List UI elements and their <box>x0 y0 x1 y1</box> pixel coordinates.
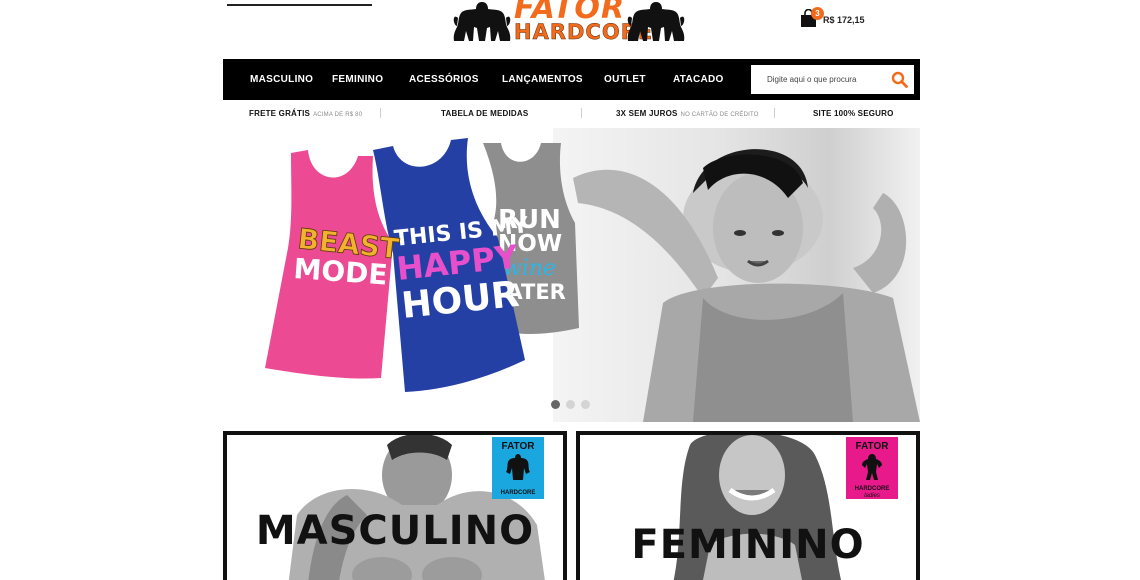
search-box <box>751 65 914 94</box>
bodybuilder-silhouette-icon <box>627 2 685 41</box>
info-label: 3X SEM JUROS <box>616 109 678 118</box>
female-athlete-icon <box>862 454 882 480</box>
info-installments[interactable]: 3X SEM JUROS NO CARTÃO DE CRÉDITO <box>616 109 759 118</box>
divider <box>774 108 775 118</box>
hero-model-photo <box>553 128 920 422</box>
logo-wordmark: FATOR HARDCORE <box>514 0 654 44</box>
cart-widget[interactable]: 3 R$ 172,15 <box>800 7 880 31</box>
info-size-chart[interactable]: TABELA DE MEDIDAS <box>441 109 528 118</box>
brand-badge: FATOR HARDCORE ladies <box>846 437 898 499</box>
badge-line-2: HARDCORE <box>854 486 890 492</box>
slider-dot[interactable] <box>581 400 590 409</box>
divider <box>581 108 582 118</box>
tank-tops-image: RUN NOW wine LATER THIS IS MY HAPPY HOUR… <box>265 138 579 392</box>
site-logo[interactable]: FATOR HARDCORE <box>452 0 686 46</box>
badge-line-2: HARDCORE <box>500 490 536 496</box>
nav-item-acessorios[interactable]: ACESSÓRIOS <box>409 59 479 100</box>
info-sub: ACIMA DE R$ 80 <box>313 112 363 118</box>
category-title: MASCULINO <box>255 508 535 554</box>
nav-item-lancamentos[interactable]: LANÇAMENTOS <box>502 59 583 100</box>
info-free-shipping[interactable]: FRETE GRÁTIS ACIMA DE R$ 80 <box>249 109 362 118</box>
nav-item-masculino[interactable]: MASCULINO <box>250 59 313 100</box>
info-label: TABELA DE MEDIDAS <box>441 109 529 118</box>
category-card-masculino[interactable]: MASCULINO FATOR HARDCORE <box>223 431 567 580</box>
category-title: FEMININO <box>631 522 865 568</box>
badge-line-1: FATOR <box>855 441 889 452</box>
hero-banner[interactable]: RUN NOW wine LATER THIS IS MY HAPPY HOUR… <box>223 128 920 422</box>
info-bar: FRETE GRÁTIS ACIMA DE R$ 80 TABELA DE MED… <box>223 104 920 122</box>
nav-item-feminino[interactable]: FEMININO <box>332 59 383 100</box>
brand-badge: FATOR HARDCORE <box>492 437 544 499</box>
search-icon[interactable] <box>891 71 908 88</box>
info-label: FRETE GRÁTIS <box>249 109 311 118</box>
info-secure-site[interactable]: SITE 100% SEGURO <box>813 109 894 118</box>
info-sub: NO CARTÃO DE CRÉDITO <box>680 112 759 118</box>
bodybuilder-silhouette-icon <box>453 2 511 41</box>
shirt-text: MODE <box>293 252 389 291</box>
bodybuilder-icon <box>506 454 530 480</box>
cart-total[interactable]: R$ 172,15 <box>823 15 865 25</box>
logo-line-2: HARDCORE <box>514 20 654 44</box>
badge-line-3: ladies <box>864 493 880 499</box>
slider-dots <box>551 400 591 410</box>
main-nav: MASCULINO FEMININO ACESSÓRIOS LANÇAMENTO… <box>223 59 920 100</box>
slider-dot[interactable] <box>551 400 560 409</box>
nav-item-atacado[interactable]: ATACADO <box>673 59 724 100</box>
model-figure <box>573 149 920 422</box>
category-card-feminino[interactable]: FEMININO FATOR HARDCORE ladies <box>576 431 920 580</box>
search-input[interactable] <box>751 65 886 94</box>
header-underline <box>227 4 372 6</box>
slider-dot[interactable] <box>566 400 575 409</box>
info-label: SITE 100% SEGURO <box>813 109 894 118</box>
nav-item-outlet[interactable]: OUTLET <box>604 59 646 100</box>
divider <box>380 108 381 118</box>
badge-line-1: FATOR <box>501 441 535 452</box>
